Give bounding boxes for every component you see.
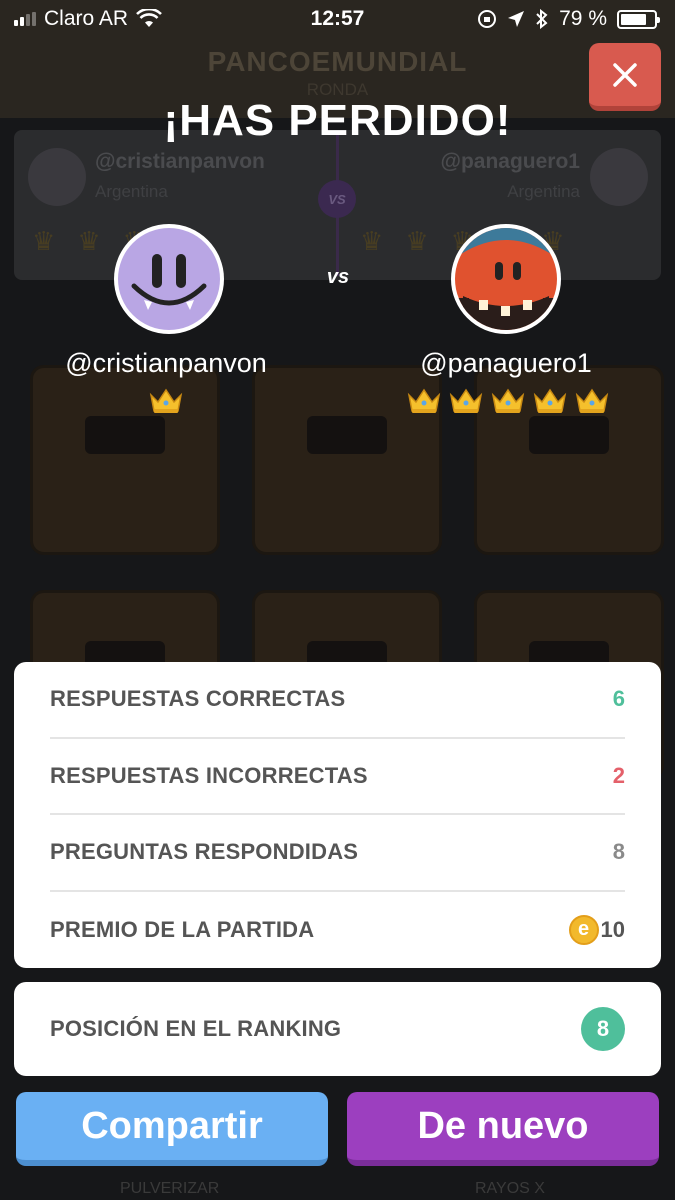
background-right-name: @panaguero1 [440, 150, 580, 173]
background-avatar-right [590, 148, 648, 206]
result-title: ¡HAS PERDIDO! [163, 96, 512, 145]
battery-icon [617, 9, 660, 29]
player-left-name: @cristianpanvon [65, 348, 267, 378]
stat-label-prize: PREMIO DE LA PARTIDA [50, 916, 315, 942]
stat-value-correct: 6 [612, 686, 625, 712]
background-chest [30, 365, 220, 555]
stat-value-answered: 8 [612, 839, 625, 865]
background-rayos-x-label: RAYOS X [475, 1180, 545, 1197]
share-button[interactable]: Compartir [16, 1092, 328, 1166]
prize-value-group: e 10 [568, 914, 625, 945]
background-right-country: Argentina [507, 182, 580, 201]
ranking-card: POSICIÓN EN EL RANKING 8 [14, 982, 661, 1076]
orange-face-icon [455, 228, 557, 330]
player-left-crowns [148, 387, 184, 415]
rotation-lock-icon [478, 10, 497, 28]
crown-icon [533, 388, 567, 413]
stat-label-answered: PREGUNTAS RESPONDIDAS [50, 839, 359, 865]
crown-icon [149, 388, 183, 413]
wifi-icon [136, 9, 162, 27]
player-right-crowns [406, 387, 610, 415]
close-icon [613, 62, 637, 87]
background-game-title: PANCOEMUNDIAL [207, 46, 468, 77]
crown-icon [449, 388, 483, 413]
signal-icon [14, 12, 36, 26]
avatar-right [451, 224, 561, 334]
crown-icon [575, 388, 609, 413]
bluetooth-icon [536, 9, 548, 29]
ranking-label: POSICIÓN EN EL RANKING [50, 1016, 342, 1041]
crown-icon [407, 388, 441, 413]
stat-row-correct: RESPUESTAS CORRECTAS 6 [50, 662, 625, 739]
carrier-label: Claro AR [44, 7, 129, 30]
close-button[interactable] [589, 43, 661, 111]
stats-card: RESPUESTAS CORRECTAS 6 RESPUESTAS INCORR… [14, 662, 661, 968]
crown-icon [491, 388, 525, 413]
stat-row-prize: PREMIO DE LA PARTIDA e 10 [50, 892, 625, 969]
stat-value-prize: 10 [600, 916, 625, 942]
vs-label: vs [326, 266, 350, 288]
avatar-left [114, 224, 224, 334]
stat-row-incorrect: RESPUESTAS INCORRECTAS 2 [50, 739, 625, 815]
ranking-badge: 8 [581, 1007, 625, 1051]
background-vs-badge: VS [318, 180, 356, 218]
stat-label-correct: RESPUESTAS CORRECTAS [50, 686, 346, 712]
stat-row-answered: PREGUNTAS RESPONDIDAS 8 [50, 815, 625, 892]
purple-face-icon [118, 228, 220, 330]
battery-percent: 79 % [559, 7, 607, 30]
coin-icon: e [568, 914, 599, 945]
play-again-button[interactable]: De nuevo [347, 1092, 659, 1166]
background-left-name: @cristianpanvon [95, 150, 265, 173]
stat-label-incorrect: RESPUESTAS INCORRECTAS [50, 762, 368, 788]
status-bar: Claro AR 12:57 79 % [0, 0, 675, 38]
background-avatar-left [28, 148, 86, 206]
player-right-name: @panaguero1 [420, 348, 592, 378]
background-pulverizar-label: PULVERIZAR [120, 1180, 220, 1197]
background-left-country: Argentina [95, 182, 168, 201]
stat-value-incorrect: 2 [612, 762, 625, 788]
location-icon [508, 11, 525, 27]
